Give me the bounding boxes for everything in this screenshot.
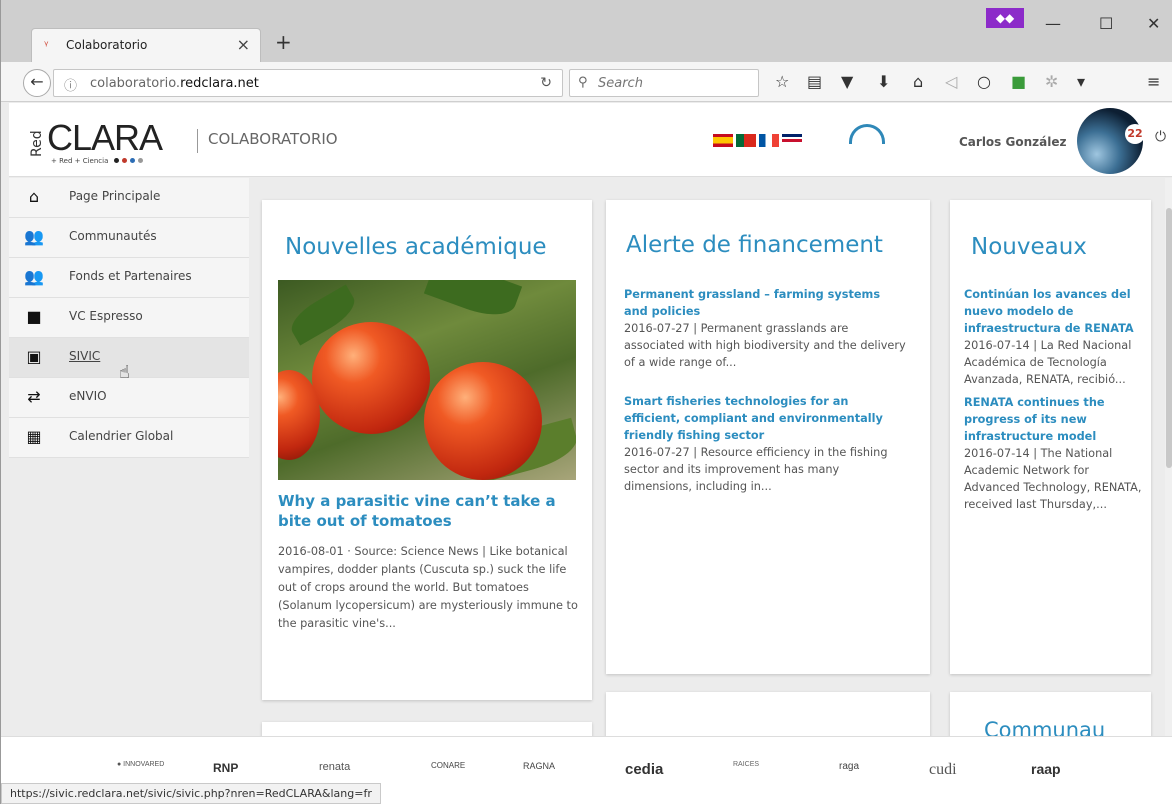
url-bar[interactable]: ⓘ colaboratorio.redclara.net ↻ [53,69,563,97]
news-excerpt: 2016-08-01 · Source: Science News | Like… [278,545,578,630]
mask-icon[interactable]: ◆◆ [986,8,1024,28]
flag-fr-icon[interactable] [759,134,779,147]
tab-close-icon[interactable]: × [237,35,250,54]
news-card: Nouvelles académique Why a parasitic vin… [262,200,592,700]
partner-logo-raices[interactable]: RAICES [733,761,759,768]
browser-window: ᵞ Colaboratorio × + ◆◆ — ☐ ✕ ← ⓘ colabor… [0,0,1172,804]
funding-item-text: 2016-07-27 | Resource efficiency in the … [624,446,888,493]
nav-bar: ← ⓘ colaboratorio.redclara.net ↻ ⚲ ☆ ▤ ▼… [1,62,1172,102]
nouveaux-list: Continúan los avances del nuevo modelo d… [964,286,1142,519]
funding-item-text: 2016-07-27 | Permanent grasslands are as… [624,322,906,369]
partners-icon: 👥 [24,267,44,286]
partner-logo-ragna[interactable]: RAGNA [523,761,555,771]
status-bar-url: https://sivic.redclara.net/sivic/sivic.p… [1,783,381,804]
partner-logo-renata[interactable]: renata [319,761,350,773]
group-icon: 👥 [24,227,44,246]
lower-card-heading: Communau [984,718,1106,736]
power-icon[interactable]: ⏻ [1155,129,1166,145]
chat-icon[interactable]: ○ [977,72,991,91]
window-close-icon[interactable]: ✕ [1147,14,1160,33]
sidebar-item-home[interactable]: ⌂ Page Principale [9,178,249,218]
partner-logo-raga[interactable]: raga [839,761,859,772]
partner-logo-raap[interactable]: raap [1031,761,1061,777]
scrollbar-thumb[interactable] [1166,208,1172,468]
sidebar-item-communities[interactable]: 👥 Communautés [9,218,249,258]
funding-list: Permanent grassland – farming systems an… [624,286,906,517]
sidebar-item-calendar[interactable]: ▦ Calendrier Global [9,418,249,458]
send-icon[interactable]: ◁ [945,72,957,91]
new-tab-button[interactable]: + [275,30,292,54]
nouveaux-item-title[interactable]: Continúan los avances del nuevo modelo d… [964,286,1142,337]
title-bar: ᵞ Colaboratorio × + ◆◆ — ☐ ✕ [1,0,1172,62]
url-text: colaboratorio.redclara.net [90,76,259,91]
nouveaux-heading: Nouveaux [971,234,1087,260]
home-button-icon[interactable]: ⌂ [913,72,923,91]
lower-card-2 [606,692,930,736]
language-flags [713,132,805,147]
info-icon[interactable]: ⓘ [64,75,77,94]
brand-divider [197,129,198,153]
hand-cursor-icon: ☝ [119,362,130,383]
sidebar-item-envio[interactable]: ⇄ eNVIO [9,378,249,418]
browser-tab[interactable]: ᵞ Colaboratorio × [31,28,261,62]
pocket-icon[interactable]: ▼ [841,72,853,91]
tomato-image[interactable] [278,280,576,480]
tab-title: Colaboratorio [66,38,148,52]
calendar-icon: ▦ [26,427,42,446]
search-icon: ⚲ [578,75,588,90]
nouveaux-item-text: 2016-07-14 | The National Academic Netwo… [964,447,1142,511]
news-title-link[interactable]: Why a parasitic vine can’t take a bite o… [278,491,578,531]
nouveaux-item-title[interactable]: RENATA continues the progress of its new… [964,394,1142,445]
gauge-icon[interactable] [849,124,885,144]
partner-logo-innova[interactable]: ● INNOVARED [117,761,164,768]
download-icon[interactable]: ⬇ [877,72,890,91]
funding-item-title[interactable]: Smart fisheries technologies for an effi… [624,393,906,444]
funding-heading: Alerte de financement [626,232,883,258]
addon-icon[interactable]: ✲ [1045,72,1058,91]
partner-logo-conare[interactable]: CONARE [431,761,465,770]
sidebar-item-partners[interactable]: 👥 Fonds et Partenaires [9,258,249,298]
brand-name: COLABORATORIO [208,130,338,148]
partner-logo-rnp[interactable]: RNP [213,761,238,775]
partner-logo-cedia[interactable]: cedia [625,761,663,778]
reload-icon[interactable]: ↻ [540,75,552,91]
home-icon: ⌂ [28,187,40,206]
reader-list-icon[interactable]: ▤ [807,72,822,91]
flag-es-icon[interactable] [713,134,733,147]
menu-icon[interactable]: ≡ [1147,72,1160,91]
maximize-icon[interactable]: ☐ [1099,14,1113,33]
back-arrow-icon[interactable]: ← [23,69,51,97]
notification-badge[interactable]: 22 [1125,124,1145,144]
site-header: Red CLARA + Red + Ciencia COLABORATORIO … [9,103,1172,177]
extension-icon[interactable]: ■ [1011,72,1026,91]
dropdown-icon[interactable]: ▾ [1077,72,1085,91]
bookmark-star-icon[interactable]: ☆ [775,72,789,91]
redclara-logo[interactable]: Red CLARA + Red + Ciencia [29,117,189,169]
lower-card-1 [262,722,592,736]
sivic-icon: ▣ [26,347,42,366]
flag-uk-icon[interactable] [782,134,802,147]
sidebar-item-vc-espresso[interactable]: ■ VC Espresso [9,298,249,338]
nouveaux-card: Nouveaux Continúan los avances del nuevo… [950,200,1151,674]
nouveaux-item-text: 2016-07-14 | La Red Nacional Académica d… [964,339,1132,386]
video-camera-icon: ■ [26,307,42,326]
news-heading: Nouvelles académique [285,234,547,260]
search-bar[interactable]: ⚲ [569,69,759,97]
user-name[interactable]: Carlos González [959,135,1066,149]
page-scrollbar[interactable] [1165,178,1172,736]
sidebar: ⌂ Page Principale 👥 Communautés 👥 Fonds … [9,178,249,458]
partner-logo-cudi[interactable]: cudi [929,761,957,779]
flag-pt-icon[interactable] [736,134,756,147]
search-input[interactable] [598,74,748,92]
transfer-icon: ⇄ [27,387,41,406]
favicon-icon: ᵞ [44,38,49,52]
funding-card: Alerte de financement Permanent grasslan… [606,200,930,674]
funding-item-title[interactable]: Permanent grassland – farming systems an… [624,286,906,320]
lower-card-3: Communau [950,692,1151,736]
minimize-icon[interactable]: — [1045,14,1061,33]
page-content: Red CLARA + Red + Ciencia COLABORATORIO … [9,103,1172,736]
